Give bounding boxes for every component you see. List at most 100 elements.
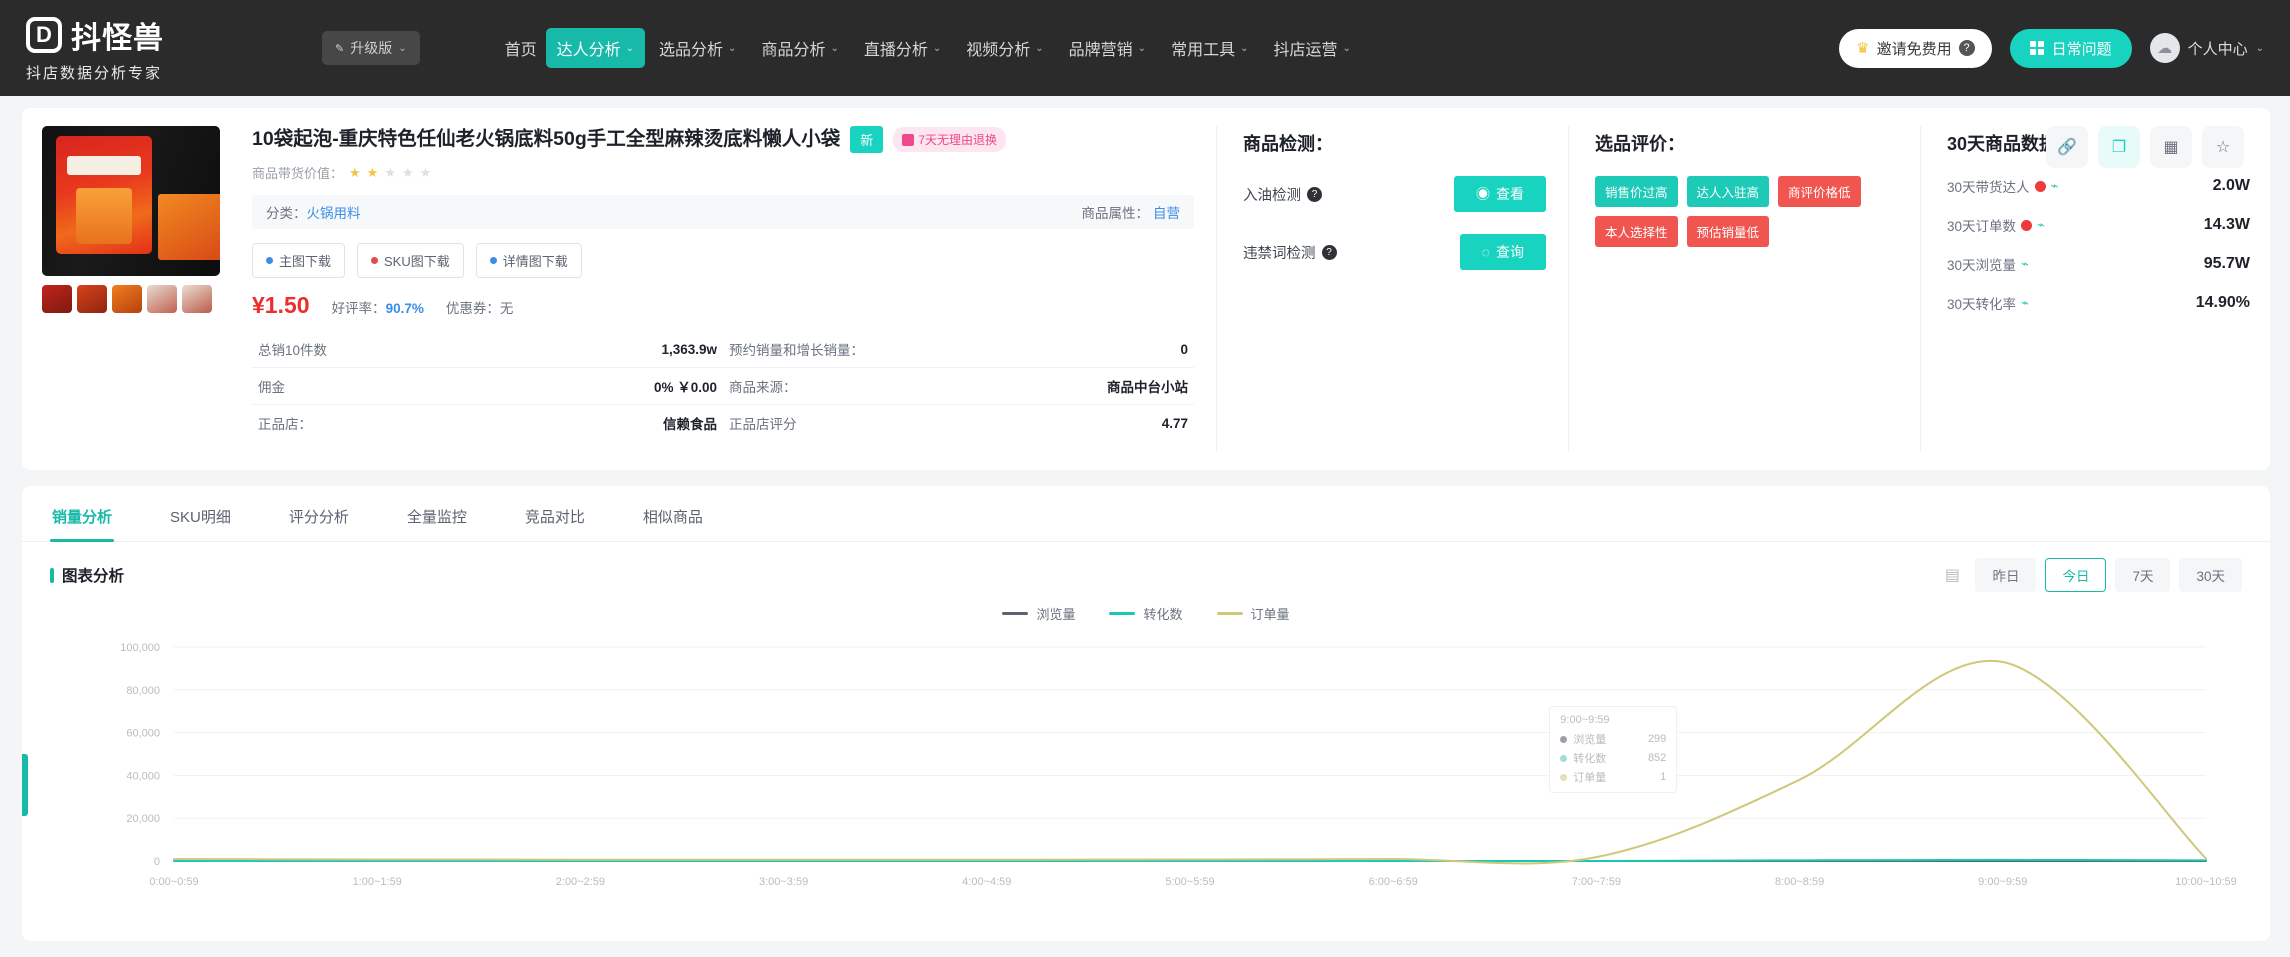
range-30days-button[interactable]: 30天 xyxy=(2179,558,2242,592)
svg-text:100,000: 100,000 xyxy=(120,642,160,654)
help-icon[interactable]: ? xyxy=(1321,244,1337,260)
product-package-graphic xyxy=(56,136,152,254)
tab-similar-products[interactable]: 相似商品 xyxy=(641,486,705,541)
evaluation-tag: 销售价过高 xyxy=(1595,176,1678,207)
hot-icon xyxy=(2021,219,2033,231)
attribute-value[interactable]: 自营 xyxy=(1153,202,1180,222)
nav-item-home[interactable]: 首页 xyxy=(494,28,543,68)
product-image-accent xyxy=(158,194,220,260)
category-link[interactable]: 火锅用料 xyxy=(307,202,361,222)
nav-item-shop-operation[interactable]: 抖店运营 ⌄ xyxy=(1262,28,1361,68)
range-today-button[interactable]: 今日 xyxy=(2045,558,2107,592)
download-detail-image-button[interactable]: 详情图下载 xyxy=(475,243,582,278)
legend-label: 订单量 xyxy=(1250,607,1290,622)
svg-text:0: 0 xyxy=(154,856,160,868)
stat-value: 95.7W xyxy=(2203,255,2250,272)
product-value-rating: 商品带货价值： ★ ★ ★ ★ ★ xyxy=(252,163,1194,182)
help-icon[interactable]: ? xyxy=(1307,186,1322,202)
app-root: D 抖怪兽 抖店数据分析专家 ✎ 升级版 ⌄ 首页 达人分析 ⌄ 选品分析 ⌄ … xyxy=(0,0,2290,957)
range-7days-button[interactable]: 7天 xyxy=(2115,558,2171,592)
download-label: SKU图下载 xyxy=(384,254,450,269)
nav-item-talent-analysis[interactable]: 达人分析 ⌄ xyxy=(545,28,646,68)
product-thumbnail[interactable] xyxy=(112,285,142,313)
product-thumbnail[interactable] xyxy=(77,285,107,313)
stat-label-text: 30天转化率 xyxy=(1947,297,2017,312)
stat-value: 1,363.9w xyxy=(467,331,723,368)
tab-competitor-compare[interactable]: 竞品对比 xyxy=(523,486,587,541)
download-main-image-button[interactable]: 主图下载 xyxy=(252,243,346,278)
detection-label: 入油检测 ? xyxy=(1243,184,1322,205)
copy-icon: ❐ xyxy=(2111,139,2127,156)
stat-row-talents: 30天带货达人 ⌁ 2.0W xyxy=(1947,176,2250,196)
tab-rating-analysis[interactable]: 评分分析 xyxy=(287,486,351,541)
nav-item-video-analysis[interactable]: 视频分析 ⌄ xyxy=(955,28,1054,68)
product-thumbnail[interactable] xyxy=(42,285,72,313)
star-icon: ☆ xyxy=(2215,139,2231,156)
trend-icon[interactable]: ⌁ xyxy=(2037,217,2045,233)
svg-text:4:00~4:59: 4:00~4:59 xyxy=(962,876,1011,888)
logo-text: 抖怪兽 xyxy=(71,22,164,55)
dot-icon xyxy=(371,257,379,264)
svg-text:8:00~8:59: 8:00~8:59 xyxy=(1775,876,1824,888)
tab-full-monitoring[interactable]: 全量监控 xyxy=(405,486,469,541)
legend-swatch xyxy=(1002,612,1029,615)
download-sku-image-button[interactable]: SKU图下载 xyxy=(357,243,464,278)
detection-view-button[interactable]: ◉ 查看 xyxy=(1454,176,1546,212)
left-accent-marker xyxy=(22,754,28,816)
legend-item-orders[interactable]: 订单量 xyxy=(1216,604,1290,623)
detection-item-banned-words: 违禁词检测 ? ◌ 查询 xyxy=(1243,234,1546,270)
coupon-label: 优惠券： xyxy=(445,301,500,316)
product-main-image[interactable] xyxy=(42,126,220,276)
chevron-down-icon: ⌄ xyxy=(2255,42,2264,54)
qrcode-button[interactable]: ▦ xyxy=(2150,126,2192,168)
daily-questions-button[interactable]: 日常问题 xyxy=(2009,28,2132,68)
product-thumbnail[interactable] xyxy=(147,285,177,313)
legend-item-views[interactable]: 浏览量 xyxy=(1002,604,1075,623)
accent-bar-icon xyxy=(50,567,54,583)
nav-label: 抖店运营 xyxy=(1273,42,1338,59)
legend-item-conversions[interactable]: 转化数 xyxy=(1109,604,1183,623)
help-icon[interactable]: ? xyxy=(1958,40,1975,56)
user-center-menu[interactable]: ☁ 个人中心 ⌄ xyxy=(2149,33,2264,63)
tab-sku-detail[interactable]: SKU明细 xyxy=(168,486,233,541)
stat-key: 佣金 xyxy=(252,367,468,405)
svg-text:5:00~5:59: 5:00~5:59 xyxy=(1165,876,1214,888)
chevron-down-icon: ⌄ xyxy=(728,42,737,54)
nav-label: 直播分析 xyxy=(863,42,928,59)
range-yesterday-button[interactable]: 昨日 xyxy=(1975,558,2037,592)
nav-item-tools[interactable]: 常用工具 ⌄ xyxy=(1160,28,1259,68)
logo[interactable]: D 抖怪兽 抖店数据分析专家 xyxy=(26,13,244,83)
trend-icon[interactable]: ⌁ xyxy=(2021,256,2029,272)
copy-button[interactable]: ❐ xyxy=(2098,126,2140,168)
detection-query-button[interactable]: ◌ 查询 xyxy=(1459,234,1546,270)
copy-link-button[interactable]: 🔗 xyxy=(2046,126,2088,168)
calendar-icon[interactable]: ▤ xyxy=(1938,561,1966,589)
table-row: 佣金 0% ￥0.00 商品来源： 商品中台小站 xyxy=(252,367,1194,405)
stat-value: 14.90% xyxy=(2195,294,2250,311)
stat-label: 30天订单数 ⌁ xyxy=(1947,215,2045,235)
version-selector[interactable]: ✎ 升级版 ⌄ xyxy=(322,31,420,65)
stat-key: 正品店评分 xyxy=(728,417,797,432)
invite-free-trial-button[interactable]: ♛ 邀请免费用 ? xyxy=(1839,28,1992,68)
svg-text:2:00~2:59: 2:00~2:59 xyxy=(556,876,605,888)
chart-legend: 浏览量 转化数 订单量 xyxy=(22,604,2270,623)
nav-item-brand-marketing[interactable]: 品牌营销 ⌄ xyxy=(1058,28,1157,68)
nav-item-live-analysis[interactable]: 直播分析 ⌄ xyxy=(853,28,952,68)
trend-icon[interactable]: ⌁ xyxy=(2051,178,2059,194)
favorite-button[interactable]: ☆ xyxy=(2202,126,2244,168)
stat-key: 总销10件数 xyxy=(252,331,468,368)
stat-label-text: 30天订单数 xyxy=(1947,219,2017,234)
tab-sales-analysis[interactable]: 销量分析 xyxy=(50,486,115,542)
detection-label-text: 违禁词检测 xyxy=(1243,245,1316,262)
trend-icon[interactable]: ⌁ xyxy=(2021,295,2029,311)
nav-item-selection-analysis[interactable]: 选品分析 ⌄ xyxy=(648,28,747,68)
sales-line-chart[interactable]: 0 20,000 40,000 60,000 80,000 100,000 0:00~0:5… xyxy=(56,633,2236,895)
app-label: 日常问题 xyxy=(2051,40,2112,58)
product-thumbnail[interactable] xyxy=(182,285,212,313)
stat-row-views: 30天浏览量 ⌁ 95.7W xyxy=(1947,254,2250,274)
nav-item-product-analysis[interactable]: 商品分析 ⌄ xyxy=(750,28,849,68)
brand-mark-icon: D xyxy=(26,17,62,53)
chevron-down-icon: ⌄ xyxy=(625,42,635,54)
grid-icon xyxy=(2029,41,2044,55)
svg-text:7:00~7:59: 7:00~7:59 xyxy=(1572,876,1621,888)
